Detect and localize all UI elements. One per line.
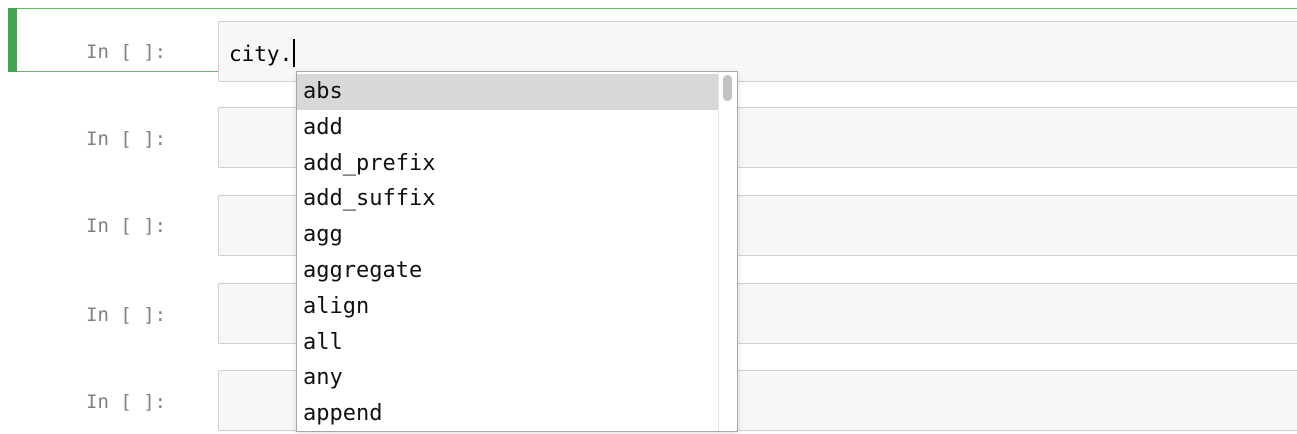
cell-prompt: In [ ]:	[86, 391, 167, 413]
autocomplete-dropdown[interactable]: abs add add_prefix add_suffix agg aggreg…	[296, 71, 738, 432]
cell-prompt: In [ ]:	[86, 128, 167, 150]
completion-item-add[interactable]: add	[297, 110, 719, 146]
completion-item-agg[interactable]: agg	[297, 217, 719, 253]
cell-prompt: In [ ]:	[86, 41, 167, 63]
completion-item-add-prefix[interactable]: add_prefix	[297, 146, 719, 182]
completion-item-abs[interactable]: abs	[297, 74, 719, 110]
text-cursor	[293, 39, 296, 67]
completion-item-align[interactable]: align	[297, 289, 719, 325]
cell-prompt: In [ ]:	[86, 304, 167, 326]
code-text: city.	[229, 39, 296, 67]
completion-item-all[interactable]: all	[297, 325, 719, 361]
completion-item-any[interactable]: any	[297, 360, 719, 396]
completion-item-aggregate[interactable]: aggregate	[297, 253, 719, 289]
cell-prompt: In [ ]:	[86, 215, 167, 237]
completion-item-add-suffix[interactable]: add_suffix	[297, 181, 719, 217]
autocomplete-scrollbar[interactable]	[718, 72, 737, 431]
notebook-cell-1[interactable]: In [ ]: city.	[8, 8, 1297, 82]
autocomplete-list: abs add add_prefix add_suffix agg aggreg…	[297, 74, 719, 431]
scrollbar-thumb[interactable]	[723, 75, 732, 101]
completion-item-append[interactable]: append	[297, 396, 719, 431]
